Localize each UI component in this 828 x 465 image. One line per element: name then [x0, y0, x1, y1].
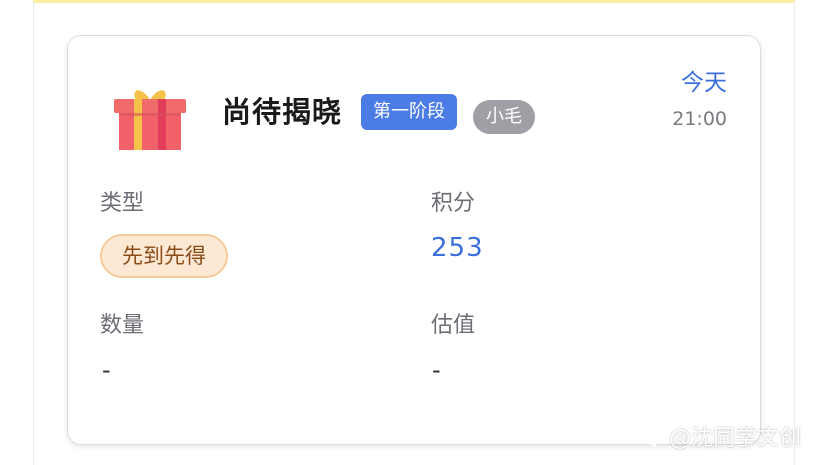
time-label: 21:00 — [672, 108, 727, 130]
card-title: 尚待揭晓 — [222, 95, 343, 129]
valuation-value: - — [432, 356, 441, 384]
diamond-logo-icon — [643, 426, 665, 448]
quantity-label: 数量 — [100, 313, 145, 338]
type-tag: 先到先得 — [100, 234, 228, 278]
reward-card[interactable]: 尚待揭晓 第一阶段 小毛 今天 21:00 类型 先到先得 积分 253 数量 … — [67, 35, 761, 445]
stage-badge: 第一阶段 — [361, 94, 457, 130]
quantity-value: - — [102, 356, 111, 384]
valuation-label: 估值 — [431, 313, 476, 338]
points-label: 积分 — [431, 191, 476, 216]
watermark-text: @沈同学文创 — [669, 426, 802, 451]
gift-icon — [114, 90, 186, 150]
owner-badge: 小毛 — [473, 100, 535, 134]
type-label: 类型 — [100, 191, 145, 216]
page: 尚待揭晓 第一阶段 小毛 今天 21:00 类型 先到先得 积分 253 数量 … — [0, 0, 828, 465]
points-value: 253 — [431, 233, 484, 263]
watermark: @沈同学文创 — [643, 424, 801, 454]
date-label: 今天 — [681, 70, 727, 96]
